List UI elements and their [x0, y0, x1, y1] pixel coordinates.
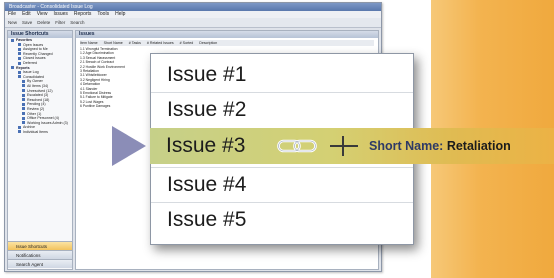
tree-item-label: Other (1)	[27, 111, 42, 116]
folder-icon	[22, 107, 25, 111]
chain-link-icon[interactable]	[277, 139, 317, 153]
folder-icon	[18, 43, 21, 47]
tree-item-label: Escalated (3)	[27, 93, 49, 98]
tree-item-label: Review (2)	[27, 106, 45, 111]
app-title-bar: Broadcaster - Consolidated Issue Log	[5, 3, 381, 11]
nav-button-notifications[interactable]: Notifications	[8, 250, 72, 259]
left-pane-header: Issue Shortcuts	[8, 31, 72, 38]
tree-item-label: Recently Changed	[23, 51, 53, 56]
folder-icon	[22, 89, 25, 93]
tree-item-label: Archive	[23, 125, 35, 130]
tree-item-label: Resolved (18)	[27, 97, 50, 102]
issues-grid-header: Issues	[76, 31, 378, 38]
menu-item[interactable]: Issues	[53, 11, 67, 17]
nav-button-search-agent[interactable]: Search Agent	[8, 259, 72, 268]
menu-item[interactable]: Edit	[22, 11, 31, 17]
issue-row-3-selected[interactable]: Issue #3 Short Name: Retaliation	[150, 128, 554, 164]
app-toolbar: New Save Delete Filter Search	[5, 18, 381, 28]
menu-item[interactable]: Help	[115, 11, 125, 17]
tree-item-label: Reports	[16, 65, 30, 70]
toolbar-button[interactable]: Delete	[37, 20, 50, 25]
folder-icon	[22, 93, 25, 97]
issue-row-5[interactable]: Issue #5	[151, 203, 413, 237]
tree-item-label: Office Personnel (4)	[27, 116, 59, 121]
connector-tick	[342, 136, 344, 156]
connector-line	[330, 145, 358, 147]
column-header[interactable]: # Tasks	[129, 40, 141, 46]
tree-item-label: Assigned to Me	[23, 47, 48, 52]
folder-icon	[22, 116, 25, 120]
column-header[interactable]: Item Name	[80, 40, 98, 46]
grid-rows: 1.1 Wrongful Termination 1.2 Age Discrimi…	[80, 47, 125, 109]
issue-row-1[interactable]: Issue #1	[151, 58, 413, 92]
folder-icon	[18, 52, 21, 56]
folder-icon	[18, 130, 21, 134]
figure-stage: Broadcaster - Consolidated Issue Log Fil…	[0, 0, 554, 278]
issue-row-3-label: Issue #3	[166, 134, 246, 157]
tree-item-label: Deferred	[23, 60, 37, 65]
short-name-annotation: Short Name: Retaliation	[369, 128, 511, 164]
folder-icon	[18, 75, 21, 79]
tree-item-label: Issue Log	[23, 70, 39, 75]
folder-icon	[18, 47, 21, 51]
menu-item[interactable]: File	[8, 11, 16, 17]
tree-item-label: By Owner	[27, 79, 43, 84]
tree-item-label: Consolidated	[23, 74, 44, 79]
folder-icon	[22, 102, 25, 106]
tree-item-label: Individual Items	[23, 129, 48, 134]
folder-icon	[22, 121, 25, 125]
folder-icon	[18, 70, 21, 74]
tree-item-label: Favorites	[16, 38, 32, 42]
folder-icon	[22, 84, 25, 88]
grid-column-headers: Item Name Short Name # Tasks # Related Issu…	[80, 40, 374, 46]
folder-icon	[22, 112, 25, 116]
menu-item[interactable]: Reports	[74, 11, 92, 17]
app-menubar: File Edit View Issues Reports Tools Help	[5, 11, 381, 18]
tree-item-label: Unresolved (12)	[27, 88, 53, 93]
column-header[interactable]: Short Name	[104, 40, 123, 46]
folder-icon	[18, 56, 21, 60]
pointer-arrow-icon	[112, 126, 146, 166]
folder-icon	[18, 125, 21, 129]
short-name-value: Retaliation	[446, 139, 511, 153]
issue-row-4[interactable]: Issue #4	[151, 168, 413, 202]
folder-icon	[22, 79, 25, 83]
menu-item[interactable]: Tools	[97, 11, 109, 17]
tree-item[interactable]: Individual Items	[8, 130, 72, 135]
column-header[interactable]: # Related Issues	[147, 40, 174, 46]
toolbar-button[interactable]: Search	[70, 20, 84, 25]
folder-icon	[11, 66, 14, 70]
tree-item-label: Pending (4)	[27, 102, 46, 107]
short-name-label: Short Name:	[369, 139, 444, 153]
tree-item-label: All Items (34)	[27, 83, 49, 88]
tree-item-label: Working Issues Admin (3)	[27, 120, 68, 125]
tree-item-label: Open Issues	[23, 42, 44, 47]
tree-item-label: Closed Issues	[23, 56, 46, 61]
table-row[interactable]: 6 Punitive Damages	[80, 104, 125, 108]
toolbar-button[interactable]: Save	[22, 20, 32, 25]
column-header[interactable]: Description	[199, 40, 217, 46]
nav-button-issue-shortcuts[interactable]: Issue Shortcuts	[8, 241, 72, 250]
folder-icon	[18, 61, 21, 65]
folder-icon	[11, 38, 14, 42]
issue-row-2[interactable]: Issue #2	[151, 93, 413, 127]
issue-tree: Favorites Open Issues Assigned to Me Recent…	[8, 38, 72, 134]
column-header[interactable]: # Sorted	[180, 40, 194, 46]
left-navigation-pane: Issue Shortcuts Favorites Open Issues Assi…	[7, 30, 73, 270]
menu-item[interactable]: View	[37, 11, 48, 17]
folder-icon	[22, 98, 25, 102]
toolbar-button[interactable]: Filter	[55, 20, 65, 25]
toolbar-button[interactable]: New	[8, 20, 17, 25]
